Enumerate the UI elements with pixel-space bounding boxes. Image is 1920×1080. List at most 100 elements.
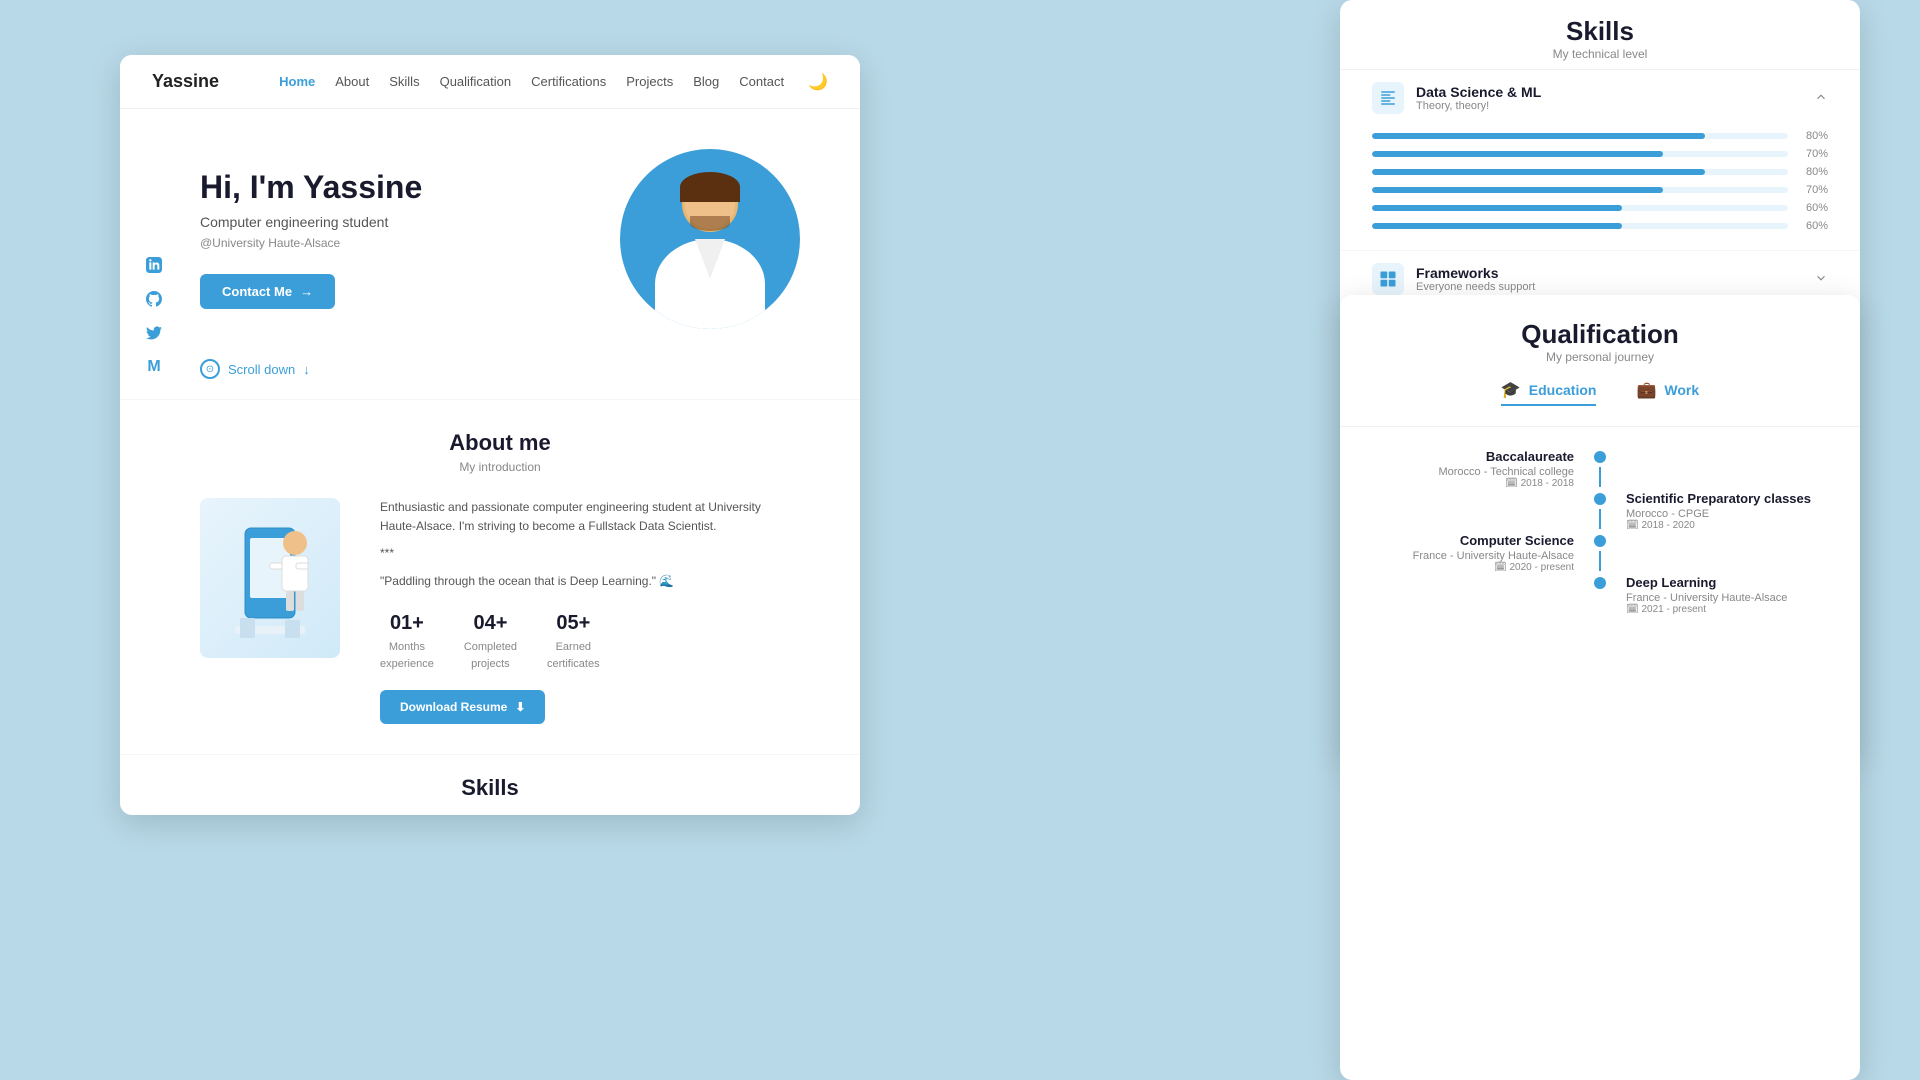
dl-date: 🗓 2021 - present bbox=[1626, 604, 1820, 615]
skills-subtitle: My technical level bbox=[1372, 47, 1828, 61]
frameworks-title: Frameworks bbox=[1416, 265, 1535, 281]
skill-bar-track-5 bbox=[1372, 205, 1788, 211]
tl-row-1: Baccalaureate Morocco - Technical colleg… bbox=[1380, 447, 1820, 489]
stat-experience-number: 01+ bbox=[380, 607, 434, 639]
tl-dot-4 bbox=[1594, 577, 1606, 589]
hero-section: Hi, I'm Yassine Computer engineering stu… bbox=[120, 109, 860, 359]
theme-toggle-icon[interactable]: 🌙 bbox=[808, 72, 828, 92]
bac-title: Baccalaureate bbox=[1380, 449, 1574, 466]
nav-link-home[interactable]: Home bbox=[279, 74, 315, 89]
nav-link-skills[interactable]: Skills bbox=[389, 74, 419, 89]
nav-link-qualification[interactable]: Qualification bbox=[440, 74, 512, 89]
tl-line-2 bbox=[1599, 509, 1601, 529]
about-illustration bbox=[200, 498, 350, 658]
ds-ml-subtitle: Theory, theory! bbox=[1416, 100, 1541, 112]
nav-item-projects[interactable]: Projects bbox=[626, 73, 673, 91]
tl-center-3 bbox=[1590, 531, 1610, 571]
nav-item-certifications[interactable]: Certifications bbox=[531, 73, 606, 91]
skill-pct-4: 70% bbox=[1796, 184, 1828, 196]
skills-title: Skills bbox=[1372, 16, 1828, 47]
hero-title: Hi, I'm Yassine bbox=[200, 169, 600, 206]
cs-place: France - University Haute-Alsace bbox=[1380, 550, 1574, 562]
sci-prep-date-icon: 🗓 bbox=[1626, 520, 1639, 531]
skill-bar-1: 80% bbox=[1372, 130, 1828, 142]
ds-ml-text: Data Science & ML Theory, theory! bbox=[1416, 84, 1541, 112]
tab-work[interactable]: 💼 Work bbox=[1636, 380, 1699, 406]
scroll-down[interactable]: ⊙ Scroll down ↓ bbox=[120, 359, 860, 399]
stat-certificates-label: Earnedcertificates bbox=[547, 639, 600, 674]
nav-item-about[interactable]: About bbox=[335, 73, 369, 91]
nav-item-contact[interactable]: Contact bbox=[739, 73, 784, 91]
skill-bar-4: 70% bbox=[1372, 184, 1828, 196]
tl-center-4 bbox=[1590, 573, 1610, 593]
skill-bar-3: 80% bbox=[1372, 166, 1828, 178]
skill-bar-fill-2 bbox=[1372, 151, 1663, 157]
nav-link-certifications[interactable]: Certifications bbox=[531, 74, 606, 89]
skills-ds-ml-category[interactable]: Data Science & ML Theory, theory! 80% 70… bbox=[1340, 70, 1860, 251]
stat-certificates: 05+ Earnedcertificates bbox=[547, 607, 600, 674]
scroll-down-label: Scroll down bbox=[228, 362, 295, 377]
nav-link-blog[interactable]: Blog bbox=[693, 74, 719, 89]
sci-prep-item: Scientific Preparatory classes Morocco -… bbox=[1610, 489, 1820, 531]
frameworks-chevron bbox=[1814, 271, 1828, 288]
nav-item-blog[interactable]: Blog bbox=[693, 73, 719, 91]
nav-link-projects[interactable]: Projects bbox=[626, 74, 673, 89]
frameworks-text: Frameworks Everyone needs support bbox=[1416, 265, 1535, 293]
skill-bar-fill-6 bbox=[1372, 223, 1622, 229]
skill-bar-5: 60% bbox=[1372, 202, 1828, 214]
stat-experience: 01+ Monthsexperience bbox=[380, 607, 434, 674]
skills-ds-ml-header[interactable]: Data Science & ML Theory, theory! bbox=[1372, 82, 1828, 114]
tl-dot-2 bbox=[1594, 493, 1606, 505]
tl-row-2: Scientific Preparatory classes Morocco -… bbox=[1380, 489, 1820, 531]
about-text-content: Enthusiastic and passionate computer eng… bbox=[380, 498, 800, 724]
skill-pct-5: 60% bbox=[1796, 202, 1828, 214]
skill-pct-2: 70% bbox=[1796, 148, 1828, 160]
work-tab-label: Work bbox=[1664, 382, 1699, 398]
qual-subtitle: My personal journey bbox=[1380, 350, 1820, 364]
tab-education[interactable]: 🎓 Education bbox=[1501, 380, 1597, 406]
nav-links: Home About Skills Qualification Certific… bbox=[279, 73, 784, 91]
skill-pct-3: 80% bbox=[1796, 166, 1828, 178]
download-resume-button[interactable]: Download Resume ⬇ bbox=[380, 690, 545, 724]
tl-line-3 bbox=[1599, 551, 1601, 571]
hero-avatar bbox=[620, 149, 800, 329]
skills-frameworks-header[interactable]: Frameworks Everyone needs support bbox=[1372, 263, 1828, 295]
contact-btn-label: Contact Me bbox=[222, 284, 292, 299]
bac-date: 🗓 2018 - 2018 bbox=[1380, 478, 1574, 489]
bac-date-icon: 🗓 bbox=[1505, 478, 1518, 489]
skill-bar-6: 60% bbox=[1372, 220, 1828, 232]
work-tab-icon: 💼 bbox=[1636, 380, 1656, 400]
skill-pct-6: 60% bbox=[1796, 220, 1828, 232]
nav-item-skills[interactable]: Skills bbox=[389, 73, 419, 91]
stat-certificates-number: 05+ bbox=[547, 607, 600, 639]
sci-prep-title: Scientific Preparatory classes bbox=[1626, 491, 1820, 508]
nav-link-contact[interactable]: Contact bbox=[739, 74, 784, 89]
download-icon: ⬇ bbox=[515, 700, 525, 714]
nav-item-qualification[interactable]: Qualification bbox=[440, 73, 512, 91]
medium-icon[interactable]: M bbox=[144, 357, 164, 377]
skill-bar-track-6 bbox=[1372, 223, 1788, 229]
skill-bar-fill-4 bbox=[1372, 187, 1663, 193]
skill-bar-track-2 bbox=[1372, 151, 1788, 157]
download-btn-label: Download Resume bbox=[400, 700, 507, 714]
stat-projects-number: 04+ bbox=[464, 607, 517, 639]
nav-item-home[interactable]: Home bbox=[279, 73, 315, 91]
hero-text: Hi, I'm Yassine Computer engineering stu… bbox=[200, 169, 600, 309]
contact-me-button[interactable]: Contact Me → bbox=[200, 274, 335, 309]
main-panel: Yassine Home About Skills Qualification … bbox=[120, 55, 860, 815]
qual-header: Qualification My personal journey bbox=[1340, 295, 1860, 380]
nav-link-about[interactable]: About bbox=[335, 74, 369, 89]
scroll-down-arrow: ↓ bbox=[303, 362, 310, 377]
skill-bar-track-3 bbox=[1372, 169, 1788, 175]
skills-teaser-title: Skills bbox=[200, 775, 780, 801]
hero-university: @University Haute-Alsace bbox=[200, 236, 600, 250]
frameworks-cat-left: Frameworks Everyone needs support bbox=[1372, 263, 1535, 295]
about-title: About me bbox=[200, 430, 800, 456]
skill-bar-fill-1 bbox=[1372, 133, 1705, 139]
tl-row-4: Deep Learning France - University Haute-… bbox=[1380, 573, 1820, 615]
bac-place: Morocco - Technical college bbox=[1380, 466, 1574, 478]
tl-center-1 bbox=[1590, 447, 1610, 487]
skills-header: Skills My technical level bbox=[1340, 0, 1860, 70]
tl-line-1 bbox=[1599, 467, 1601, 487]
frameworks-icon bbox=[1372, 263, 1404, 295]
